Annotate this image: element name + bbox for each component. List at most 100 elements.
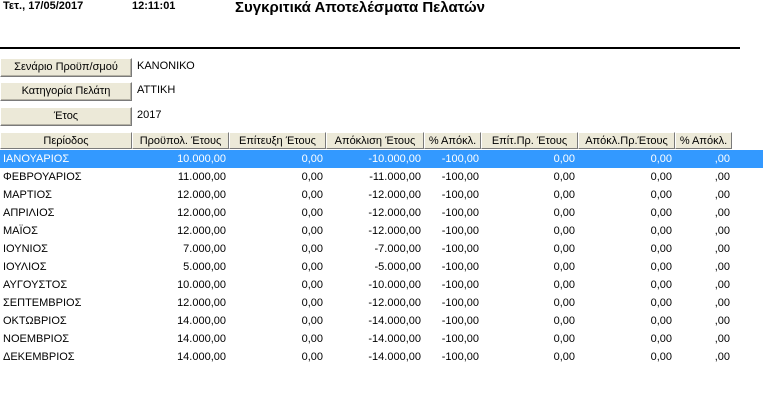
cell-deviation-pct: -100,00 [441, 189, 479, 201]
cell-prev-deviation: 0,00 [650, 279, 672, 291]
cell-period: ΜΑΡΤΙΟΣ [3, 189, 52, 201]
table-row[interactable]: ΟΚΤΩΒΡΙΟΣ 14.000,00 0,00 -14.000,00 -100,00 0… [0, 312, 763, 330]
table-row[interactable]: ΝΟΕΜΒΡΙΟΣ 14.000,00 0,00 -14.000,00 -100,00 0… [0, 330, 763, 348]
scenario-button[interactable]: Σενάριο Προϋπ/σμού [0, 58, 132, 77]
cell-deviation-pct: -100,00 [441, 153, 479, 165]
cell-prev-deviation-pct: ,00 [714, 243, 730, 255]
cell-prev-deviation: 0,00 [650, 207, 672, 219]
cell-prev-deviation-pct: ,00 [714, 315, 730, 327]
cell-deviation-pct: -100,00 [441, 297, 479, 309]
report-time: 12:11:01 [132, 0, 176, 12]
column-header-deviation[interactable]: Απόκλιση Έτους [326, 132, 424, 149]
table-row[interactable]: ΜΑΡΤΙΟΣ 12.000,00 0,00 -12.000,00 -100,00 0,0… [0, 186, 763, 204]
table-row[interactable]: ΙΑΝΟΥΑΡΙΟΣ 10.000,00 0,00 -10.000,00 -100,00… [0, 150, 763, 168]
cell-prev-achievement: 0,00 [553, 279, 575, 291]
cell-prev-achievement: 0,00 [553, 243, 575, 255]
cell-deviation-pct: -100,00 [441, 279, 479, 291]
column-header-achievement[interactable]: Επίτευξη Έτους [229, 132, 326, 149]
cell-achievement: 0,00 [301, 351, 323, 363]
cell-budget: 12.000,00 [177, 297, 226, 309]
table-row[interactable]: ΦΕΒΡΟΥΑΡΙΟΣ 11.000,00 0,00 -11.000,00 -100,0… [0, 168, 763, 186]
cell-deviation: -12.000,00 [368, 297, 421, 309]
cell-period: ΜΑΪΟΣ [3, 225, 38, 237]
cell-prev-deviation: 0,00 [650, 351, 672, 363]
cell-prev-achievement: 0,00 [553, 261, 575, 273]
cell-budget: 14.000,00 [177, 333, 226, 345]
cell-prev-achievement: 0,00 [553, 171, 575, 183]
column-header-prev-deviation-pct[interactable]: % Απόκλ. [675, 132, 732, 149]
cell-achievement: 0,00 [301, 153, 323, 165]
cell-period: ΔΕΚΕΜΒΡΙΟΣ [3, 351, 75, 363]
cell-deviation-pct: -100,00 [441, 243, 479, 255]
cell-budget: 12.000,00 [177, 207, 226, 219]
cell-deviation: -5.000,00 [374, 261, 421, 273]
cell-deviation-pct: -100,00 [441, 333, 479, 345]
cell-period: ΣΕΠΤΕΜΒΡΙΟΣ [3, 297, 82, 309]
cell-period: ΙΑΝΟΥΑΡΙΟΣ [3, 153, 70, 165]
cell-prev-deviation: 0,00 [650, 225, 672, 237]
column-header-period[interactable]: Περίοδος [0, 132, 132, 149]
cell-deviation: -14.000,00 [368, 315, 421, 327]
cell-achievement: 0,00 [301, 333, 323, 345]
cell-prev-deviation-pct: ,00 [714, 153, 730, 165]
column-header-prev-achievement[interactable]: Επίτ.Πρ. Έτους [481, 132, 578, 149]
cell-prev-deviation: 0,00 [650, 189, 672, 201]
cell-period: ΑΠΡΙΛΙΟΣ [3, 207, 55, 219]
customer-category-value: ΑΤΤΙΚΗ [137, 84, 176, 96]
cell-prev-deviation: 0,00 [650, 171, 672, 183]
table-row[interactable]: ΜΑΪΟΣ 12.000,00 0,00 -12.000,00 -100,00 0,00 0… [0, 222, 763, 240]
cell-prev-deviation: 0,00 [650, 333, 672, 345]
cell-budget: 14.000,00 [177, 351, 226, 363]
table-row[interactable]: ΑΥΓΟΥΣΤΟΣ 10.000,00 0,00 -10.000,00 -100,00 0… [0, 276, 763, 294]
table-row[interactable]: ΑΠΡΙΛΙΟΣ 12.000,00 0,00 -12.000,00 -100,00 0,… [0, 204, 763, 222]
cell-deviation-pct: -100,00 [441, 225, 479, 237]
cell-prev-achievement: 0,00 [553, 315, 575, 327]
cell-prev-deviation-pct: ,00 [714, 225, 730, 237]
column-header-prev-deviation[interactable]: Απόκλ.Πρ.Έτους [578, 132, 675, 149]
cell-period: ΟΚΤΩΒΡΙΟΣ [3, 315, 67, 327]
table-row[interactable]: ΣΕΠΤΕΜΒΡΙΟΣ 12.000,00 0,00 -12.000,00 -100,0… [0, 294, 763, 312]
cell-achievement: 0,00 [301, 297, 323, 309]
cell-period: ΙΟΥΛΙΟΣ [3, 261, 47, 273]
cell-prev-achievement: 0,00 [553, 351, 575, 363]
report-date: Τετ., 17/05/2017 [3, 0, 84, 12]
cell-budget: 12.000,00 [177, 189, 226, 201]
cell-budget: 5.000,00 [183, 261, 226, 273]
cell-budget: 14.000,00 [177, 315, 226, 327]
cell-achievement: 0,00 [301, 189, 323, 201]
cell-period: ΝΟΕΜΒΡΙΟΣ [3, 333, 70, 345]
cell-deviation: -14.000,00 [368, 351, 421, 363]
cell-deviation: -12.000,00 [368, 207, 421, 219]
cell-deviation-pct: -100,00 [441, 315, 479, 327]
cell-budget: 10.000,00 [177, 153, 226, 165]
cell-prev-deviation-pct: ,00 [714, 171, 730, 183]
cell-prev-achievement: 0,00 [553, 189, 575, 201]
cell-deviation-pct: -100,00 [441, 171, 479, 183]
cell-prev-achievement: 0,00 [553, 297, 575, 309]
table-row[interactable]: ΔΕΚΕΜΒΡΙΟΣ 14.000,00 0,00 -14.000,00 -100,00… [0, 348, 763, 366]
cell-prev-deviation-pct: ,00 [714, 279, 730, 291]
cell-prev-deviation: 0,00 [650, 243, 672, 255]
cell-period: ΑΥΓΟΥΣΤΟΣ [3, 279, 68, 291]
cell-prev-deviation-pct: ,00 [714, 207, 730, 219]
customer-category-button[interactable]: Κατηγορία Πελάτη [0, 82, 132, 101]
year-button[interactable]: Έτος [0, 107, 132, 126]
cell-period: ΦΕΒΡΟΥΑΡΙΟΣ [3, 171, 82, 183]
cell-deviation-pct: -100,00 [441, 261, 479, 273]
table-row[interactable]: ΙΟΥΛΙΟΣ 5.000,00 0,00 -5.000,00 -100,00 0,00 0… [0, 258, 763, 276]
scenario-value: ΚΑΝΟΝΙΚΟ [137, 60, 195, 72]
column-header-budget[interactable]: Προϋπολ. Έτους [132, 132, 229, 149]
header-divider [0, 47, 740, 49]
cell-achievement: 0,00 [301, 225, 323, 237]
cell-achievement: 0,00 [301, 261, 323, 273]
column-header-deviation-pct[interactable]: % Απόκλ. [424, 132, 481, 149]
cell-prev-achievement: 0,00 [553, 153, 575, 165]
table-row[interactable]: ΙΟΥΝΙΟΣ 7.000,00 0,00 -7.000,00 -100,00 0,00 0… [0, 240, 763, 258]
cell-budget: 11.000,00 [177, 171, 226, 183]
cell-prev-deviation-pct: ,00 [714, 297, 730, 309]
cell-achievement: 0,00 [301, 315, 323, 327]
cell-budget: 12.000,00 [177, 225, 226, 237]
cell-period: ΙΟΥΝΙΟΣ [3, 243, 48, 255]
cell-prev-deviation-pct: ,00 [714, 261, 730, 273]
cell-deviation: -12.000,00 [368, 225, 421, 237]
